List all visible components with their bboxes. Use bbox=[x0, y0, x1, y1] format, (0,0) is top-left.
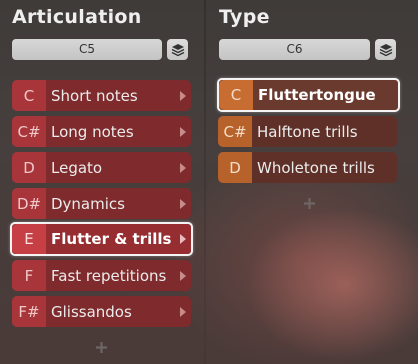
layers-icon bbox=[171, 43, 184, 56]
key-badge: F# bbox=[12, 296, 46, 327]
item-label: Fast repetitions bbox=[51, 266, 167, 285]
chevron-right-icon bbox=[175, 80, 191, 111]
key-badge: D# bbox=[12, 188, 46, 219]
key-badge: D bbox=[12, 152, 46, 183]
item-label: Dynamics bbox=[51, 194, 125, 213]
articulation-item-flutter-trills[interactable]: E Flutter & trills bbox=[10, 222, 193, 256]
key-badge: C bbox=[12, 80, 46, 111]
chevron-right-icon bbox=[175, 188, 191, 219]
chevron-right-icon bbox=[175, 260, 191, 291]
key-badge: C# bbox=[218, 116, 252, 147]
item-label: Legato bbox=[51, 158, 103, 177]
articulation-item-dynamics[interactable]: D# Dynamics bbox=[12, 188, 191, 219]
key-badge: D bbox=[218, 152, 252, 183]
chevron-right-icon bbox=[175, 224, 191, 254]
item-label: Long notes bbox=[51, 122, 134, 141]
item-label: Flutter & trills bbox=[51, 230, 172, 248]
column-divider bbox=[204, 0, 206, 364]
item-label: Short notes bbox=[51, 86, 138, 105]
articulation-item-short-notes[interactable]: C Short notes bbox=[12, 80, 191, 111]
articulation-item-legato[interactable]: D Legato bbox=[12, 152, 191, 183]
articulation-title: Articulation bbox=[12, 6, 142, 28]
plus-icon bbox=[95, 341, 107, 353]
item-label: Wholetone trills bbox=[257, 158, 375, 177]
item-label: Fluttertongue bbox=[258, 86, 376, 104]
type-stack-button[interactable] bbox=[375, 39, 396, 60]
type-item-fluttertongue[interactable]: C Fluttertongue bbox=[217, 78, 400, 112]
item-label: Glissandos bbox=[51, 302, 132, 321]
chevron-right-icon bbox=[175, 116, 191, 147]
layers-icon bbox=[379, 43, 392, 56]
type-title: Type bbox=[219, 6, 270, 28]
articulation-item-long-notes[interactable]: C# Long notes bbox=[12, 116, 191, 147]
key-badge: E bbox=[12, 224, 46, 254]
articulation-key-field[interactable]: C5 bbox=[12, 39, 162, 60]
articulation-stack-button[interactable] bbox=[167, 39, 188, 60]
key-badge: C# bbox=[12, 116, 46, 147]
articulation-item-fast-repetitions[interactable]: F Fast repetitions bbox=[12, 260, 191, 291]
articulation-add-button[interactable] bbox=[93, 339, 109, 355]
chevron-right-icon bbox=[175, 296, 191, 327]
plus-icon bbox=[303, 197, 315, 209]
type-add-button[interactable] bbox=[301, 195, 317, 211]
key-badge: C bbox=[219, 80, 253, 110]
type-item-halftone-trills[interactable]: C# Halftone trills bbox=[218, 116, 397, 147]
articulation-item-glissandos[interactable]: F# Glissandos bbox=[12, 296, 191, 327]
type-key-field[interactable]: C6 bbox=[219, 39, 370, 60]
key-badge: F bbox=[12, 260, 46, 291]
type-item-wholetone-trills[interactable]: D Wholetone trills bbox=[218, 152, 397, 183]
item-label: Halftone trills bbox=[257, 122, 358, 141]
chevron-right-icon bbox=[175, 152, 191, 183]
